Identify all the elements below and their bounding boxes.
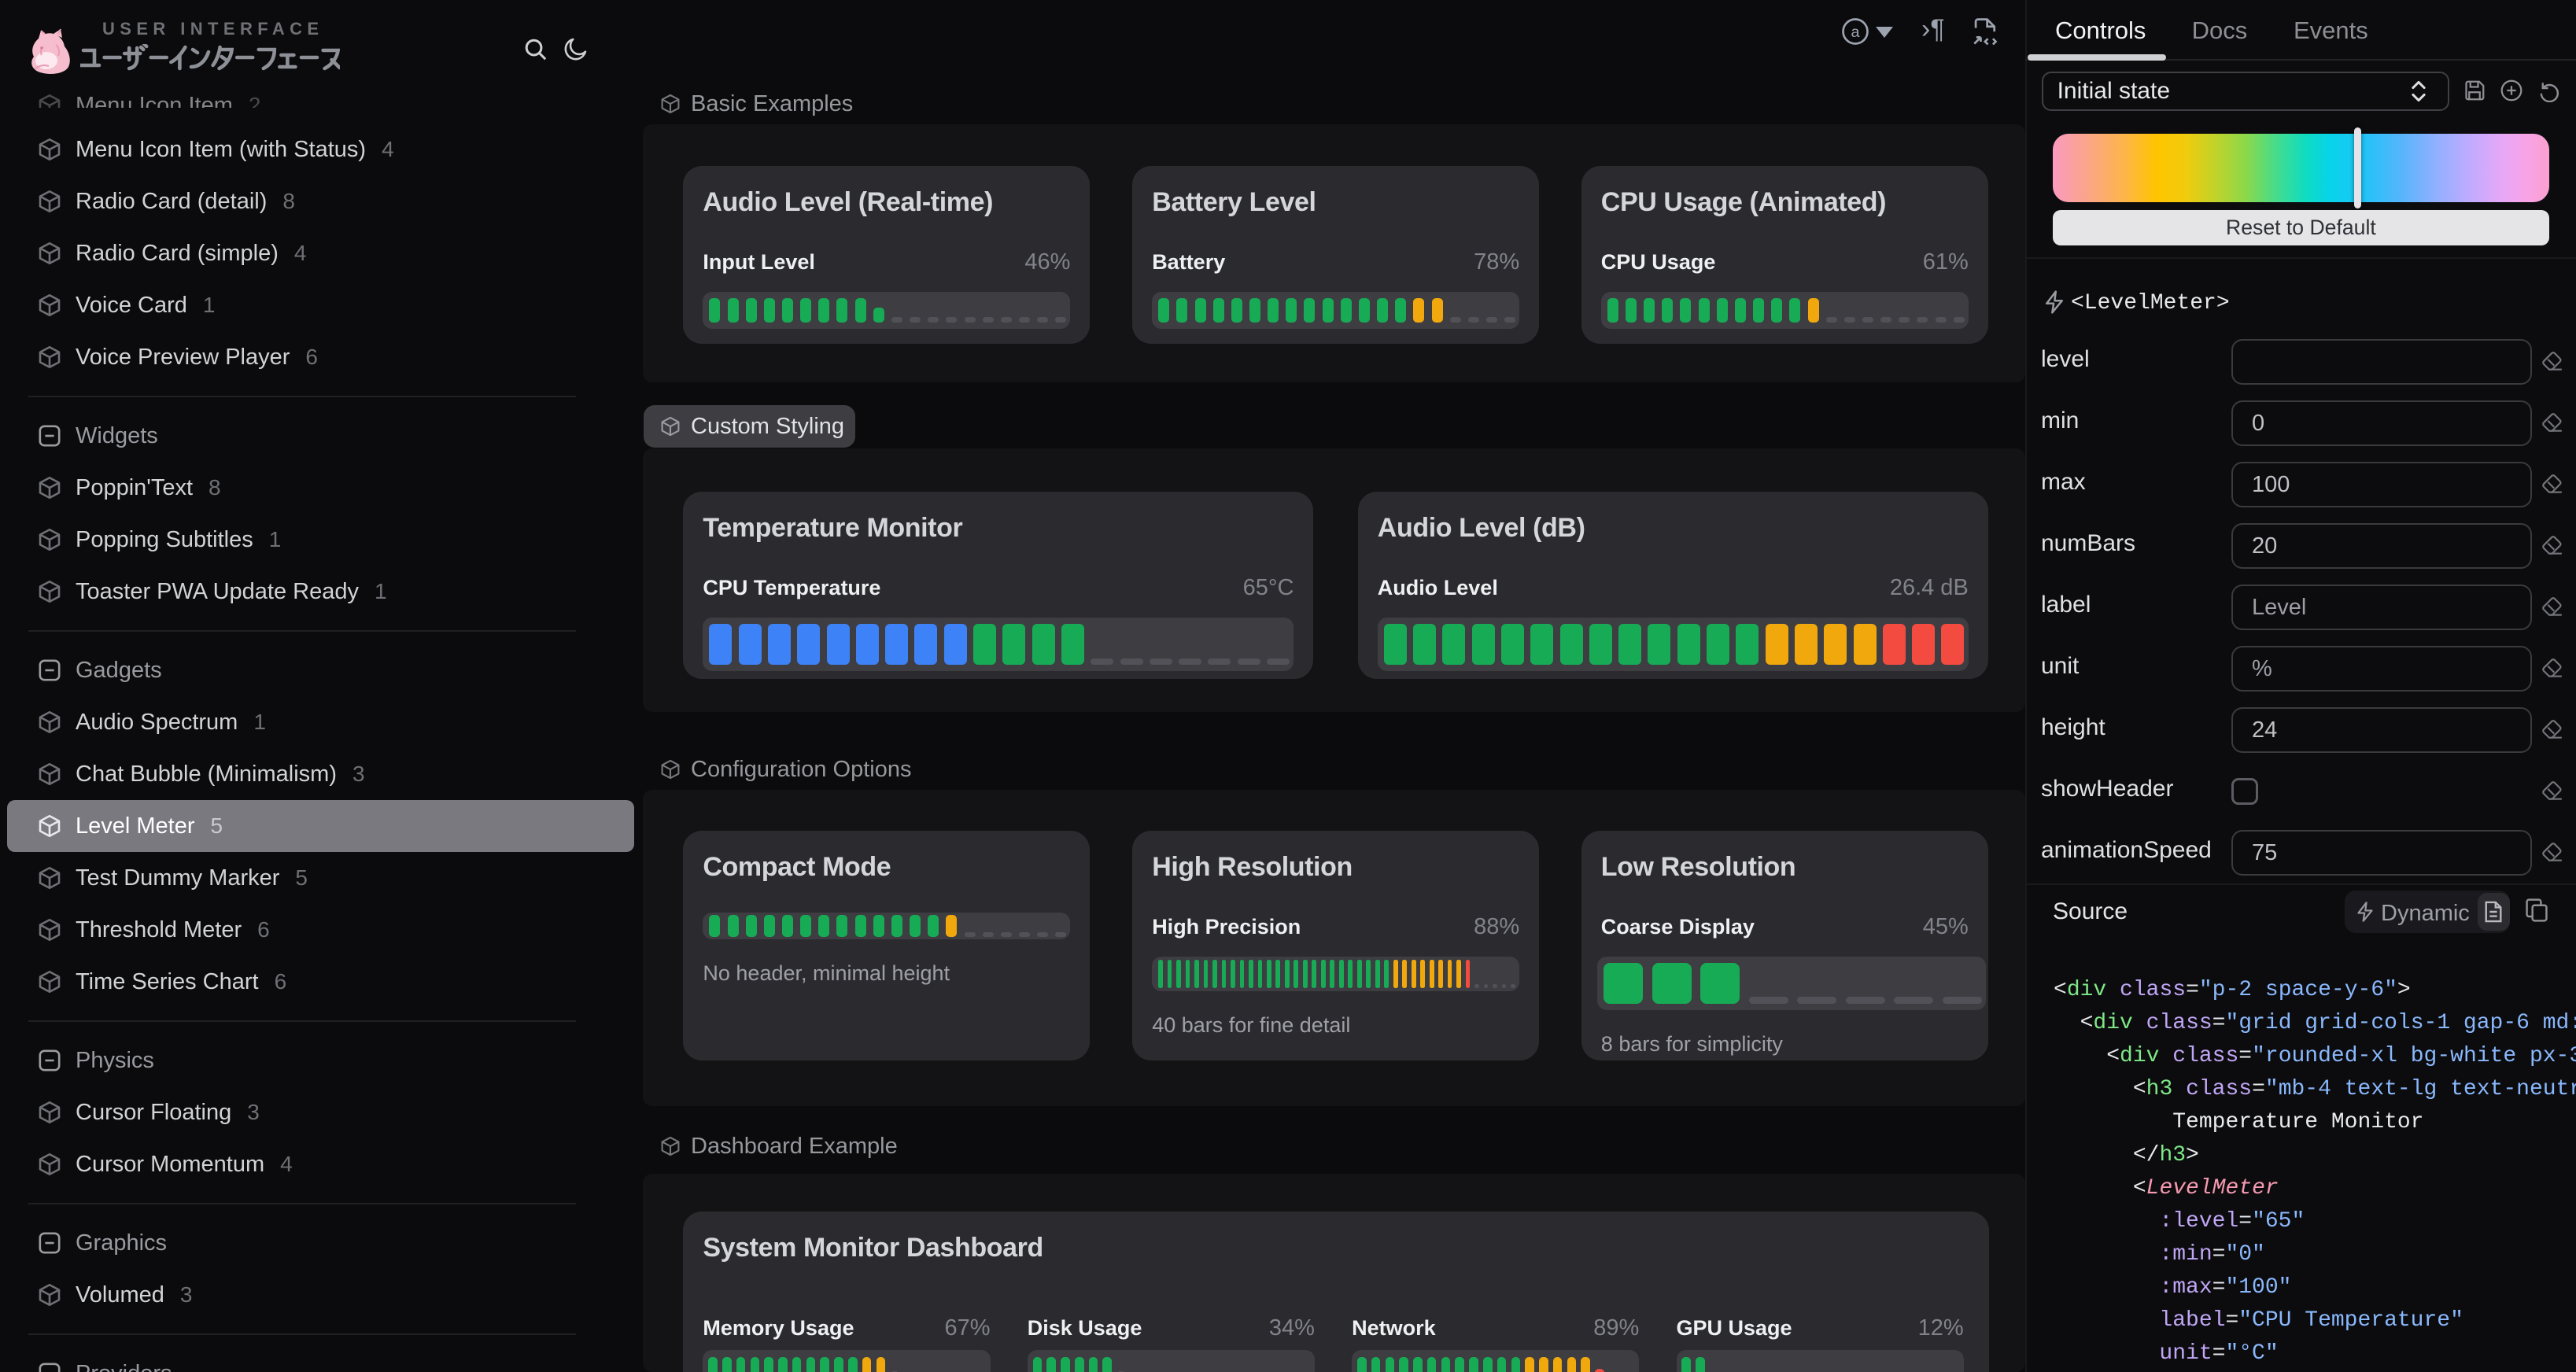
svg-text:a: a [1851,24,1859,41]
